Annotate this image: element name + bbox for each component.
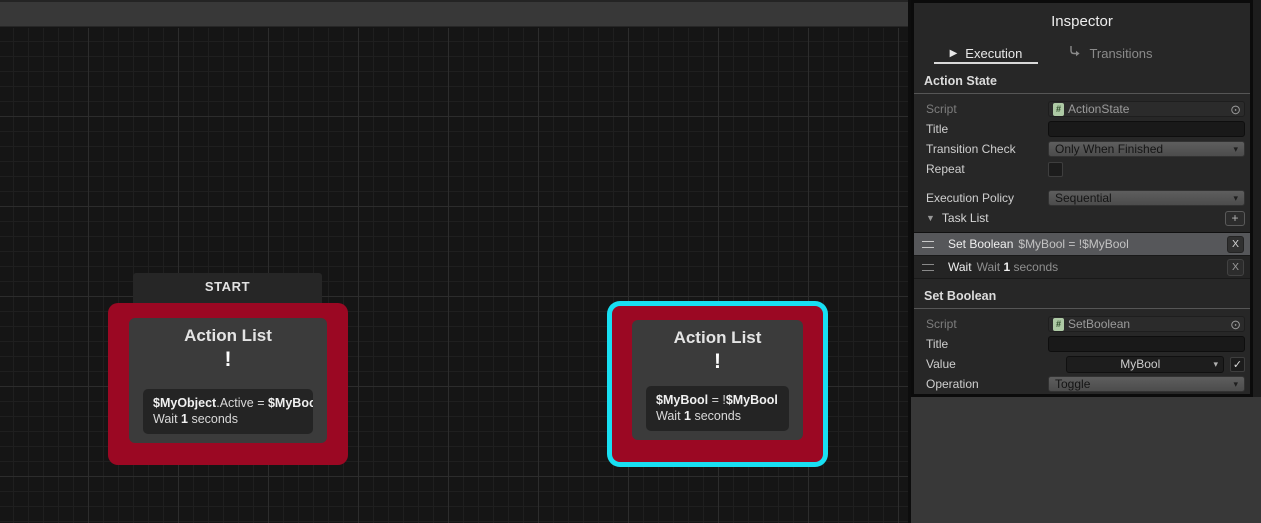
task-name: Set Boolean: [948, 237, 1013, 251]
value-checkbox-checked[interactable]: ✓: [1230, 357, 1245, 372]
task-row-set-boolean[interactable]: Set Boolean $MyBool = !$MyBool X: [914, 233, 1250, 256]
field-row-title: Title: [926, 334, 1245, 354]
transitions-icon: [1067, 45, 1081, 61]
chevron-down-icon: ▾: [1213, 359, 1218, 370]
execution-policy-value: Sequential: [1055, 191, 1112, 205]
script-icon: #: [1053, 318, 1064, 331]
action-list-node-left[interactable]: Action List ! $MyObject.Active = $MyBool…: [108, 303, 348, 465]
field-row-script: Script # ActionState ⊙: [926, 99, 1245, 119]
variable-value: MyBool: [1067, 357, 1213, 371]
start-node-tab[interactable]: START: [133, 273, 322, 307]
script-icon: #: [1053, 103, 1064, 116]
variable-dropdown[interactable]: MyBool ▾: [1066, 356, 1224, 373]
field-row-value: Value MyBool ▾ ✓: [926, 354, 1245, 374]
script-object-field[interactable]: # ActionState ⊙: [1048, 101, 1245, 117]
task-line-2: Wait 1 seconds: [656, 409, 779, 425]
inspector-title: Inspector: [914, 13, 1250, 30]
title-label: Title: [926, 337, 1048, 351]
script-object-name: ActionState: [1068, 102, 1129, 116]
script-label: Script: [926, 317, 1048, 331]
task-row-wait[interactable]: Wait Wait 1 seconds X: [914, 256, 1250, 279]
tab-execution[interactable]: ▶ Execution: [934, 42, 1038, 64]
exclamation-badge-icon: !: [714, 350, 721, 374]
remove-task-button[interactable]: X: [1227, 236, 1244, 253]
node-task-preview: $MyBool = !$MyBool Wait 1 seconds: [646, 386, 789, 431]
chevron-down-icon: ▾: [1233, 144, 1238, 155]
task-line-2: Wait 1 seconds: [153, 412, 303, 428]
action-list-node-right-selected[interactable]: Action List ! $MyBool = !$MyBool Wait 1 …: [612, 306, 823, 462]
field-row-title: Title: [926, 119, 1245, 139]
task-detail: $MyBool = !$MyBool: [1018, 237, 1128, 251]
tab-transitions[interactable]: Transitions: [1054, 42, 1166, 64]
task-name: Wait: [948, 260, 972, 274]
node-title: Action List: [674, 328, 762, 348]
action-state-fields: Script # ActionState ⊙ Title Transition …: [914, 94, 1250, 208]
field-row-script: Script # SetBoolean ⊙: [926, 314, 1245, 334]
field-row-execution-policy: Execution Policy Sequential ▾: [926, 188, 1245, 208]
script-object-name: SetBoolean: [1068, 317, 1130, 331]
title-input[interactable]: [1048, 336, 1245, 352]
chevron-down-icon: ▾: [1233, 379, 1238, 390]
transition-check-value: Only When Finished: [1055, 142, 1163, 156]
set-boolean-fields: Script # SetBoolean ⊙ Title Value: [914, 309, 1250, 394]
exclamation-badge-icon: !: [225, 348, 232, 372]
script-label: Script: [926, 102, 1048, 116]
inspector-panel: Inspector ▶ Execution Transitions Action…: [911, 0, 1253, 397]
repeat-label: Repeat: [926, 162, 1048, 176]
play-icon: ▶: [950, 48, 958, 59]
chevron-down-icon: ▾: [1233, 193, 1238, 204]
tab-execution-label: Execution: [965, 46, 1022, 61]
operation-dropdown[interactable]: Toggle ▾: [1048, 376, 1245, 392]
inspector-tabs: ▶ Execution Transitions: [914, 42, 1250, 64]
start-label: START: [205, 279, 250, 294]
node-card: Action List ! $MyObject.Active = $MyBool…: [129, 318, 327, 443]
execution-policy-dropdown[interactable]: Sequential ▾: [1048, 190, 1245, 206]
value-label: Value: [926, 357, 1048, 371]
operation-label: Operation: [926, 377, 1048, 391]
task-list-header: ▼ Task List +: [914, 208, 1250, 228]
operation-value: Toggle: [1055, 377, 1090, 391]
field-row-operation: Operation Toggle ▾: [926, 374, 1245, 394]
section-header-action-state: Action State: [914, 74, 1250, 94]
transition-check-label: Transition Check: [926, 142, 1048, 156]
canvas-toolbar: [0, 2, 908, 27]
object-picker-icon[interactable]: ⊙: [1230, 103, 1241, 116]
foldout-arrow-icon[interactable]: ▼: [926, 213, 935, 223]
task-line-1: $MyBool = !$MyBool: [656, 393, 779, 409]
title-label: Title: [926, 122, 1048, 136]
title-input[interactable]: [1048, 121, 1245, 137]
drag-handle-icon[interactable]: [922, 264, 934, 271]
object-picker-icon[interactable]: ⊙: [1230, 318, 1241, 331]
node-title: Action List: [184, 326, 272, 346]
spacer: [926, 179, 1245, 188]
node-card: Action List ! $MyBool = !$MyBool Wait 1 …: [632, 320, 803, 440]
transition-check-dropdown[interactable]: Only When Finished ▾: [1048, 141, 1245, 157]
drag-handle-icon[interactable]: [922, 241, 934, 248]
script-object-field[interactable]: # SetBoolean ⊙: [1048, 316, 1245, 332]
task-line-1: $MyObject.Active = $MyBool: [153, 396, 303, 412]
graph-canvas[interactable]: START Action List ! $MyObject.Active = $…: [0, 0, 911, 523]
repeat-checkbox[interactable]: [1048, 162, 1063, 177]
tab-transitions-label: Transitions: [1089, 46, 1152, 61]
remove-task-button[interactable]: X: [1227, 259, 1244, 276]
task-detail: Wait 1 seconds: [977, 260, 1059, 274]
flow-editor-window: START Action List ! $MyObject.Active = $…: [0, 0, 1261, 523]
task-list: Set Boolean $MyBool = !$MyBool X Wait Wa…: [914, 232, 1250, 279]
checkmark-icon: ✓: [1233, 358, 1242, 371]
node-task-preview: $MyObject.Active = $MyBool Wait 1 second…: [143, 389, 313, 434]
field-row-repeat: Repeat: [926, 159, 1245, 179]
execution-policy-label: Execution Policy: [926, 191, 1048, 205]
section-header-set-boolean: Set Boolean: [914, 289, 1250, 309]
field-row-transition-check: Transition Check Only When Finished ▾: [926, 139, 1245, 159]
task-list-label: Task List: [942, 211, 989, 225]
add-task-button[interactable]: +: [1225, 211, 1245, 226]
window-right-edge: [1253, 0, 1261, 397]
